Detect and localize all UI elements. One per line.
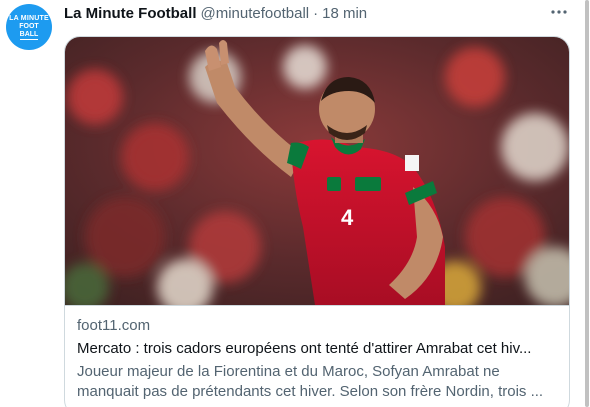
avatar-text-line-1: LA MINUTE [9, 14, 49, 22]
link-card[interactable]: 4 foot11.com Mercato : trois cadors euro… [64, 36, 570, 407]
author-name[interactable]: La Minute Football [64, 5, 197, 22]
more-horizontal-icon[interactable] [548, 2, 570, 22]
tweet-time[interactable]: 18 min [322, 5, 367, 22]
jersey-number: 4 [341, 205, 354, 230]
author-handle[interactable]: @minutefootball [201, 5, 310, 22]
player-photo: 4 [65, 37, 569, 305]
card-divider [65, 305, 569, 306]
avatar-text-line-2: FOOT [19, 22, 39, 30]
avatar-text-line-3: BALL [19, 30, 39, 40]
card-text[interactable]: foot11.com Mercato : trois cadors europé… [77, 316, 561, 402]
card-title: Mercato : trois cadors européens ont ten… [77, 340, 532, 357]
scrollbar-thumb[interactable] [585, 0, 589, 407]
scrollbar[interactable] [584, 0, 590, 407]
separator-dot: · [313, 4, 319, 22]
tweet-header: La Minute Football @minutefootball · 18 … [64, 4, 367, 22]
card-domain: foot11.com [77, 317, 151, 334]
avatar[interactable]: LA MINUTE FOOT BALL [6, 4, 52, 50]
card-description: Joueur majeur de la Fiorentina et du Mar… [77, 363, 544, 400]
card-image[interactable]: 4 [65, 37, 569, 305]
